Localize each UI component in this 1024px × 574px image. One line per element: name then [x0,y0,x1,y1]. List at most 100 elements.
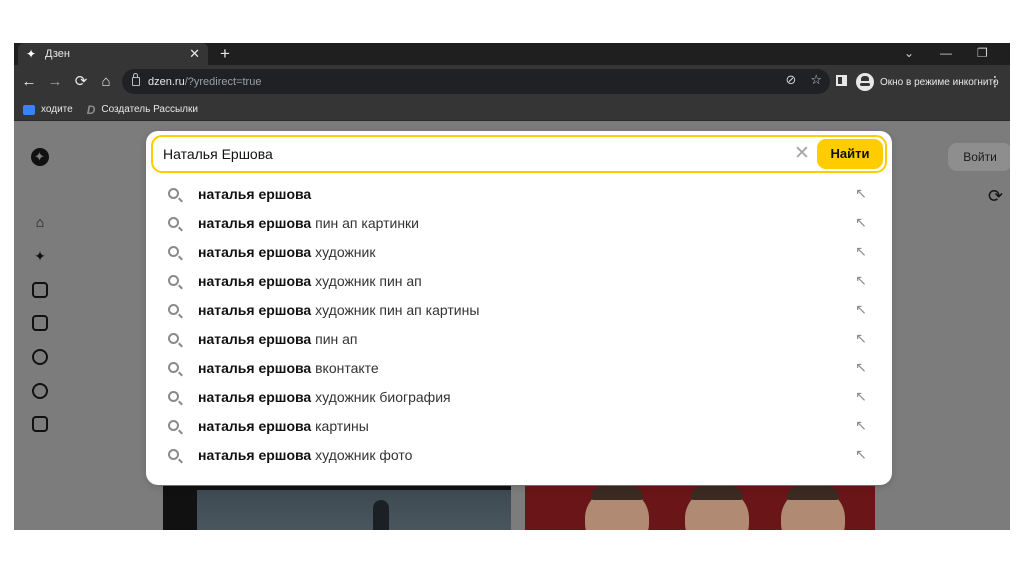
clear-icon[interactable]: ✕ [792,143,812,165]
card-thumbnail [585,486,649,530]
browser-window: ✦ Дзен ✕ + ⌄ — ❐ ← → ⟳ ⌂ dzen.ru/?yredir… [14,43,1010,530]
bookmark-item[interactable]: ходите [23,104,73,115]
suggestion-rest: вконтакте [311,360,379,376]
insert-suggestion-arrow-icon[interactable]: ↖ [854,416,868,434]
suggestion-match: наталья ершова [198,360,312,376]
suggestion-item[interactable]: наталья ершова пин ап ↖ [146,325,892,354]
close-tab-icon[interactable]: ✕ [189,46,200,62]
suggestion-rest: пин ап картинки [311,215,419,231]
bookmarks-bar: ходите D Создатель Рассылки [14,99,1010,121]
home-button[interactable]: ⌂ [96,72,116,92]
search-icon [168,420,179,431]
insert-suggestion-arrow-icon[interactable]: ↖ [854,213,868,231]
suggestion-list: наталья ершова ↖ наталья ершова пин ап кар… [146,180,892,470]
suggestion-match: наталья ершова [198,273,312,289]
feed-card-video[interactable] [525,486,875,530]
new-tab-button[interactable]: + [220,44,230,64]
bookmark-star-icon[interactable]: ☆ [810,72,822,88]
card-thumbnail [197,490,511,530]
suggestion-item[interactable]: наталья ершова картины ↖ [146,412,892,441]
suggestion-text: наталья ершова пин ап картинки [198,215,419,231]
insert-suggestion-arrow-icon[interactable]: ↖ [854,329,868,347]
insert-suggestion-arrow-icon[interactable]: ↖ [854,184,868,202]
chrome-menu-icon[interactable]: ⋮ [988,73,1002,90]
insert-suggestion-arrow-icon[interactable]: ↖ [854,300,868,318]
suggestion-item[interactable]: наталья ершова художник биография ↖ [146,383,892,412]
search-icon [168,275,179,286]
suggestion-item[interactable]: наталья ершова ↖ [146,180,892,209]
search-icon [168,362,179,373]
bookmark-label: Создатель Рассылки [101,104,198,115]
suggestion-match: наталья ершова [198,389,312,405]
suggestion-item[interactable]: наталья ершова вконтакте ↖ [146,354,892,383]
suggestion-text: наталья ершова пин ап [198,331,358,347]
insert-suggestion-arrow-icon[interactable]: ↖ [854,387,868,405]
suggestion-text: наталья ершова художник пин ап картины [198,302,479,318]
video-icon[interactable] [32,282,48,298]
suggestion-text: наталья ершова художник биография [198,389,451,405]
suggestion-match: наталья ершова [198,418,312,434]
side-panel-icon[interactable] [836,75,847,86]
search-icon [168,333,179,344]
search-icon [168,188,179,199]
incognito-indicator[interactable]: Окно в режиме инкогнито [856,71,999,93]
suggestion-text: наталья ершова художник пин ап [198,273,422,289]
suggestion-text: наталья ершова вконтакте [198,360,379,376]
url-host: dzen.ru [148,75,185,88]
suggestion-item[interactable]: наталья ершова художник ↖ [146,238,892,267]
suggestion-rest: художник пин ап картины [311,302,480,318]
back-button[interactable]: ← [19,72,39,92]
suggestion-text: наталья ершова [198,186,311,202]
restore-button[interactable]: ❐ [977,43,988,65]
forward-button[interactable]: → [45,72,65,92]
suggestion-rest: художник фото [311,447,413,463]
tab-search-chevron-icon[interactable]: ⌄ [904,43,914,65]
minimize-button[interactable]: — [940,43,952,65]
search-icon [168,246,179,257]
suggestion-text: наталья ершова художник [198,244,375,260]
tasks-icon[interactable] [32,416,48,432]
chat-icon [23,104,35,115]
home-icon[interactable]: ⌂ [32,214,48,230]
lock-icon[interactable] [132,73,140,86]
sparkle-icon[interactable]: ✦ [32,248,48,264]
insert-suggestion-arrow-icon[interactable]: ↖ [854,358,868,376]
feed-card-video[interactable] [163,486,511,530]
channels-icon[interactable] [32,383,48,399]
dzen-star-icon: ✦ [26,46,37,61]
suggestion-item[interactable]: наталья ершова художник пин ап картины ↖ [146,296,892,325]
suggestion-item[interactable]: наталья ершова пин ап картинки ↖ [146,209,892,238]
bookmark-label: ходите [41,104,73,115]
find-button[interactable]: Найти [817,139,883,169]
dzen-logo-icon[interactable] [31,148,49,166]
bookmark-item[interactable]: D Создатель Рассылки [87,103,198,117]
suggestion-item[interactable]: наталья ершова художник пин ап ↖ [146,267,892,296]
search-icon [168,304,179,315]
insert-suggestion-arrow-icon[interactable]: ↖ [854,445,868,463]
tracking-protection-eye-off-icon[interactable]: ⊘ [785,72,796,88]
login-button[interactable]: Войти [948,143,1010,171]
search-icon [168,449,179,460]
search-input[interactable] [163,143,783,165]
suggestion-match: наталья ершова [198,447,312,463]
refresh-feed-icon[interactable]: ⟳ [988,186,1003,207]
search-icon [168,217,179,228]
reload-button[interactable]: ⟳ [71,72,91,92]
insert-suggestion-arrow-icon[interactable]: ↖ [854,242,868,260]
suggestion-match: наталья ершова [198,215,312,231]
search-box: ✕ Найти [151,135,887,173]
url-path: /?yredirect=true [184,75,262,88]
suggestion-rest: пин ап [311,331,358,347]
suggestion-match: наталья ершова [198,302,312,318]
suggestion-match: наталья ершова [198,244,312,260]
shorts-icon[interactable] [32,349,48,365]
address-bar[interactable]: dzen.ru/?yredirect=true ⊘ ☆ [122,69,830,94]
tab-dzen[interactable]: ✦ Дзен ✕ [18,43,208,65]
insert-suggestion-arrow-icon[interactable]: ↖ [854,271,868,289]
suggestion-match: наталья ершова [198,186,312,202]
suggestion-rest: художник биография [311,389,451,405]
article-icon[interactable] [32,315,48,331]
suggestion-text: наталья ершова художник фото [198,447,412,463]
suggestion-match: наталья ершова [198,331,312,347]
suggestion-item[interactable]: наталья ершова художник фото ↖ [146,441,892,470]
